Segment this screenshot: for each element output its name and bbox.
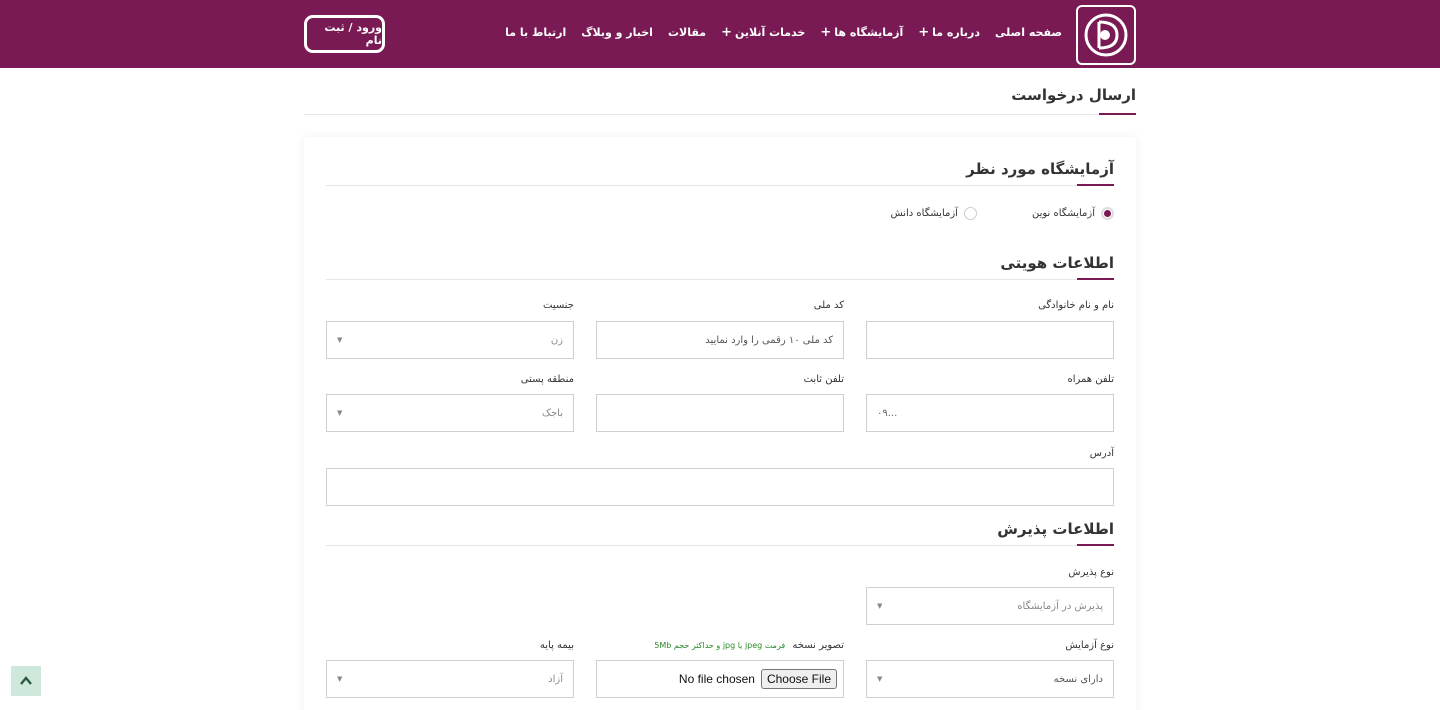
address-input[interactable]	[326, 468, 1114, 506]
postal-region-label: منطقه پستی	[520, 374, 574, 385]
nav-item-label: اخبار و وبلاگ	[581, 26, 653, 39]
admission-section-header: اطلاعات پذیرش	[326, 520, 1114, 546]
nav-item[interactable]: اخبار و وبلاگ	[581, 25, 653, 40]
choose-file-button[interactable]: Choose File	[760, 669, 837, 689]
page-title-bar: ارسال درخواست	[304, 86, 1136, 115]
nav-item[interactable]: صفحه اصلی	[995, 25, 1062, 40]
prescription-label-text: تصویر نسخه	[792, 640, 844, 651]
chevron-up-icon	[20, 676, 32, 685]
nav-item-label: مقالات	[667, 26, 707, 39]
radio-label: آزمایشگاه دانش	[890, 208, 958, 219]
mobile-input[interactable]: ۰۹...	[866, 394, 1114, 432]
section-underline	[1077, 544, 1114, 546]
title-underline	[1099, 113, 1136, 115]
nav-item-label: صفحه اصلی	[995, 26, 1062, 39]
page-title: ارسال درخواست	[1011, 86, 1136, 104]
prescription-hint: فرمت jpeg یا jpg و حداکثر حجم 5Mb	[654, 641, 786, 650]
section-title: اطلاعات هویتی	[1000, 254, 1114, 272]
mobile-label: تلفن همراه	[1067, 374, 1114, 385]
postal-region-value: باجک	[542, 407, 563, 419]
plus-icon: +	[820, 25, 832, 40]
chevron-down-icon: ▼	[337, 409, 343, 417]
identity-section-header: اطلاعات هویتی	[326, 254, 1114, 280]
test-type-label: نوع آزمایش	[1065, 640, 1114, 651]
admission-type-label: نوع پذیرش	[1068, 567, 1114, 578]
chevron-down-icon: ▼	[337, 336, 343, 344]
full-name-input[interactable]	[866, 321, 1114, 359]
nav-item[interactable]: درباره ما +	[918, 25, 980, 40]
radio-lab-novin[interactable]: آزمایشگاه نوین	[1032, 207, 1114, 220]
admission-type-value: پذیرش در آزمایشگاه	[1017, 600, 1103, 612]
lab-logo-icon[interactable]	[1076, 5, 1136, 65]
gender-select[interactable]: زن ▼	[326, 321, 574, 359]
file-status: No file chosen	[678, 672, 755, 686]
national-code-input[interactable]: کد ملی ۱۰ رقمی را وارد نمایید	[596, 321, 844, 359]
plus-icon: +	[918, 25, 930, 40]
nav-item-label: خدمات آنلاین	[734, 26, 806, 39]
nav-item-label: ارتباط با ما	[505, 26, 567, 39]
radio-unchecked-icon	[963, 207, 977, 220]
test-type-select[interactable]: دارای نسخه ▼	[866, 660, 1114, 698]
plus-icon: +	[721, 25, 732, 40]
insurance-select[interactable]: آزاد ▼	[326, 660, 574, 698]
national-code-label: کد ملی	[813, 300, 844, 311]
radio-label: آزمایشگاه نوین	[1031, 208, 1095, 219]
nav-item[interactable]: خدمات آنلاین +	[721, 25, 805, 40]
scroll-top-button[interactable]	[11, 666, 41, 696]
chevron-down-icon: ▼	[337, 675, 343, 683]
prescription-file-input[interactable]: No file chosen Choose File	[596, 660, 844, 698]
postal-region-select[interactable]: باجک ▼	[326, 394, 574, 432]
full-name-label: نام و نام خانوادگی	[1038, 300, 1114, 311]
nav-item[interactable]: مقالات	[668, 25, 706, 40]
main-nav: صفحه اصلی درباره ما + آزمایشگاه ها + خدمات آن…	[505, 25, 1062, 40]
address-label: آدرس	[1089, 448, 1114, 459]
section-underline	[1077, 278, 1114, 280]
nav-item[interactable]: آزمایشگاه ها +	[820, 25, 903, 40]
insurance-label: بیمه پایه	[539, 640, 574, 651]
phone-label: تلفن ثابت	[803, 374, 844, 385]
nav-item-label: آزمایشگاه ها	[834, 26, 904, 39]
login-register-button[interactable]: ورود / ثبت نام	[304, 15, 385, 53]
chevron-down-icon: ▼	[877, 602, 883, 610]
chevron-down-icon: ▼	[877, 675, 883, 683]
lab-section-header: آزمایشگاه مورد نظر	[326, 160, 1114, 186]
section-title: آزمایشگاه مورد نظر	[966, 160, 1114, 178]
phone-input[interactable]	[596, 394, 844, 432]
nav-item-label: درباره ما	[932, 26, 980, 39]
insurance-value: آزاد	[548, 673, 563, 685]
top-navbar: صفحه اصلی درباره ما + آزمایشگاه ها + خدمات آن…	[0, 0, 1440, 68]
admission-type-select[interactable]: پذیرش در آزمایشگاه ▼	[866, 587, 1114, 625]
lab-radio-group: آزمایشگاه نوین آزمایشگاه دانش	[890, 207, 1114, 220]
gender-label: جنسیت	[543, 300, 574, 311]
section-title: اطلاعات پذیرش	[997, 520, 1114, 538]
gender-value: زن	[550, 334, 563, 346]
nav-item[interactable]: ارتباط با ما	[505, 25, 566, 40]
test-type-value: دارای نسخه	[1053, 673, 1103, 685]
radio-checked-icon	[1101, 207, 1114, 220]
radio-lab-danesh[interactable]: آزمایشگاه دانش	[890, 207, 977, 220]
section-underline	[1077, 184, 1114, 186]
prescription-label: تصویر نسخه فرمت jpeg یا jpg و حداکثر حجم…	[654, 640, 844, 651]
